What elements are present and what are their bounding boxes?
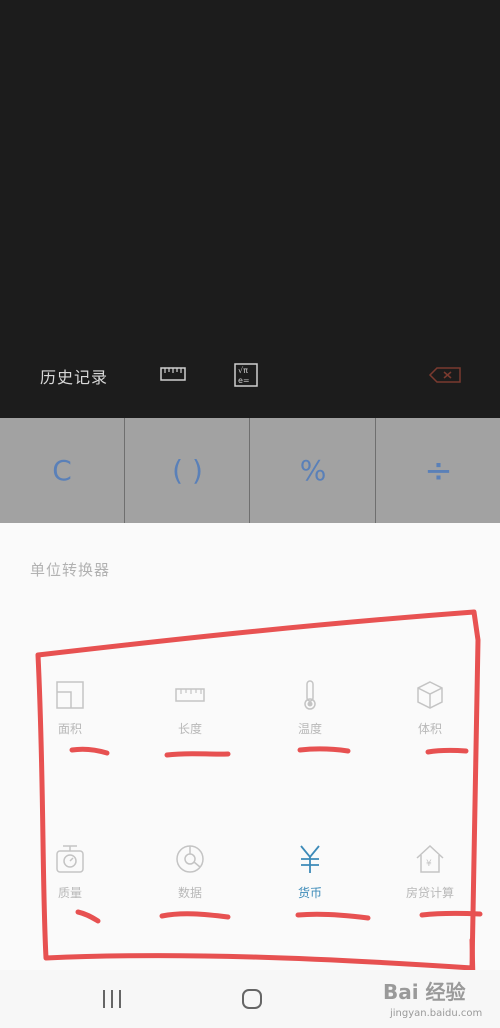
scale-icon [56, 845, 84, 873]
history-button[interactable]: 历史记录 [40, 364, 108, 388]
thermometer-icon [304, 680, 316, 710]
parentheses-button[interactable]: ( ) [124, 418, 250, 523]
converter-item-label: 面积 [57, 722, 82, 736]
backspace-icon[interactable] [428, 366, 462, 384]
converter-item-label: 数据 [177, 886, 202, 900]
yen-icon [300, 845, 320, 873]
scientific-icon[interactable]: √π e= [234, 363, 258, 387]
converter-item-label: 长度 [177, 722, 202, 736]
data-icon [176, 845, 204, 873]
converter-item-mass[interactable]: 质量 [25, 844, 115, 901]
converter-item-label: 房贷计算 [405, 886, 454, 900]
converter-item-volume[interactable]: 体积 [385, 680, 475, 737]
converter-item-currency[interactable]: 货币 [265, 844, 355, 901]
divide-button[interactable]: ÷ [375, 418, 500, 523]
recent-apps-icon[interactable] [100, 988, 124, 1010]
converter-item-temperature[interactable]: 温度 [265, 680, 355, 737]
converter-item-length[interactable]: 长度 [145, 680, 235, 737]
unit-converter-panel: 单位转换器 面积 长度 温度 体积 质量 数据 货币 ¥ 房贷计算 [0, 523, 500, 970]
converter-item-area[interactable]: 面积 [25, 680, 115, 737]
ruler-icon[interactable] [160, 367, 186, 381]
home-icon[interactable] [240, 987, 264, 1011]
watermark-logo: Bai 经验 [383, 980, 466, 1004]
area-icon [56, 681, 84, 709]
watermark-url: jingyan.baidu.com [390, 1008, 483, 1019]
panel-title: 单位转换器 [30, 561, 111, 579]
calculator-display: 历史记录 √π e= [0, 0, 500, 418]
svg-text:e=: e= [238, 376, 250, 385]
keypad-row: C ( ) % ÷ [0, 418, 500, 523]
svg-text:√π: √π [238, 366, 248, 375]
percent-button[interactable]: % [249, 418, 376, 523]
cube-icon [417, 681, 443, 709]
converter-item-label: 温度 [297, 722, 322, 736]
system-navigation-bar: Bai 经验 jingyan.baidu.com [0, 970, 500, 1028]
house-loan-icon: ¥ [416, 844, 444, 873]
converter-item-mortgage[interactable]: ¥ 房贷计算 [385, 844, 475, 901]
converter-item-data[interactable]: 数据 [145, 844, 235, 901]
ruler-icon [175, 688, 205, 702]
svg-text:¥: ¥ [426, 859, 432, 869]
converter-item-label: 货币 [297, 886, 322, 900]
clear-button[interactable]: C [0, 418, 124, 523]
converter-item-label: 体积 [417, 722, 442, 736]
converter-item-label: 质量 [57, 886, 82, 900]
